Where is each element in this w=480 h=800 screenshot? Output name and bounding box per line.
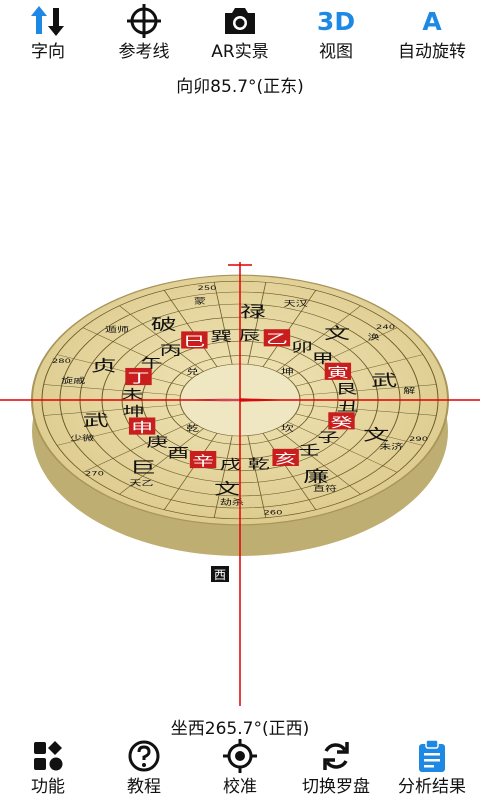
ringMountains-glyph: 寅 (327, 366, 349, 381)
luopan-compass[interactable]: 文巨武贞破禄文武文廉 辛酉庚申坤未丁午丙巳巽辰乙卯甲寅艮丑癸子壬亥乾戌 乾兑 坤坎… (0, 100, 480, 720)
switch-compass-button[interactable]: 切换罗盘 (288, 736, 384, 800)
ringStars-glyph: 文 (363, 426, 389, 444)
ringMountains-glyph: 辛 (192, 454, 214, 469)
ringMountains-glyph: 巳 (183, 334, 205, 349)
ringDegrees-glyph: 270 (85, 470, 104, 477)
ringMountains-glyph: 乾 (248, 457, 270, 472)
ringSmall-glyph: 遁师 (105, 325, 129, 334)
ringStars-glyph: 巨 (130, 459, 156, 477)
ringStars-glyph: 廉 (303, 468, 329, 486)
refresh-icon (288, 736, 384, 776)
ringSmall-glyph: 未济 (379, 442, 403, 451)
ringSmall-glyph: 天乙 (129, 479, 153, 488)
ringStars-glyph: 武 (83, 412, 109, 430)
3d-view-icon: 3D (316, 6, 356, 36)
ringTrigrams-glyph: 兑 (186, 367, 199, 376)
ringMountains-glyph: 戌 (220, 458, 242, 473)
ringTrigrams-glyph: 乾 (186, 424, 199, 433)
top-toolbar: 字向 参考线 AR实景 3D 视图 A 自动旋转 (0, 0, 480, 70)
clipboard-icon (384, 736, 480, 776)
sort-arrows-icon (0, 0, 96, 42)
grid-icon (0, 736, 96, 776)
ar-view-label: AR实景 (211, 42, 269, 62)
ringMountains-glyph: 艮 (335, 382, 357, 397)
functions-button[interactable]: 功能 (0, 736, 96, 800)
ringSmall-glyph: 少微 (70, 433, 94, 442)
ringStars-glyph: 文 (324, 325, 350, 343)
calibrate-icon (192, 736, 288, 776)
ringSmall-glyph: 涣 (368, 332, 380, 341)
ringDegrees-glyph: 260 (263, 509, 282, 516)
facing-reading: 向卯85.7°(正东) (176, 77, 304, 97)
ringSmall-glyph: 蒙 (194, 296, 206, 305)
ringMountains-glyph: 辰 (238, 328, 260, 343)
ringMountains-glyph: 壬 (298, 443, 320, 458)
ringMountains-glyph: 丙 (160, 343, 182, 358)
view-button[interactable]: 3D 视图 (288, 0, 384, 70)
auto-rotate-icon: A (422, 6, 442, 36)
ringTrigrams-glyph: 坎 (281, 424, 294, 433)
bottom-navigation: 功能 教程 校准 切换罗盘 分析结果 (0, 736, 480, 800)
ringMountains-glyph: 坤 (123, 404, 145, 419)
direction-button[interactable]: 字向 (0, 0, 96, 70)
ringMountains-glyph: 乙 (266, 332, 288, 347)
tutorial-label: 教程 (127, 777, 161, 797)
ringStars-glyph: 贞 (91, 357, 117, 375)
auto-rotate-button[interactable]: A 自动旋转 (384, 0, 480, 70)
ringSmall-glyph: 直符 (313, 484, 337, 493)
ringMountains-glyph: 丁 (128, 371, 150, 386)
ringDegrees-glyph: 250 (197, 284, 216, 291)
ringStars-glyph: 文 (214, 480, 240, 498)
camera-icon (192, 0, 288, 42)
calibrate-label: 校准 (223, 777, 257, 797)
analysis-results-label: 分析结果 (398, 777, 466, 797)
ringMountains-glyph: 子 (317, 430, 339, 445)
ar-view-button[interactable]: AR实景 (192, 0, 288, 70)
view-label: 视图 (319, 42, 353, 62)
tutorial-button[interactable]: 教程 (96, 736, 192, 800)
calibrate-button[interactable]: 校准 (192, 736, 288, 800)
direction-label: 字向 (31, 42, 65, 62)
ringMountains-glyph: 庚 (146, 435, 168, 450)
ringMountains-glyph: 巽 (210, 329, 232, 344)
ringDegrees-glyph: 280 (52, 357, 71, 364)
ringMountains-glyph: 丑 (337, 399, 359, 414)
ringMountains-glyph: 亥 (275, 452, 297, 467)
west-marker-label: 西 (214, 568, 226, 582)
ringSmall-glyph: 解 (403, 386, 415, 395)
ringStars-glyph: 武 (371, 372, 397, 390)
reference-line-button[interactable]: 参考线 (96, 0, 192, 70)
switch-compass-label: 切换罗盘 (302, 777, 370, 797)
ringMountains-glyph: 卯 (291, 340, 313, 355)
ringTrigrams-glyph: 坤 (281, 367, 294, 376)
help-icon (96, 736, 192, 776)
reference-line-label: 参考线 (118, 42, 170, 62)
ringStars-glyph: 禄 (240, 303, 266, 321)
ringMountains-glyph: 酉 (167, 446, 189, 461)
ringStars-glyph: 破 (151, 316, 177, 334)
ringMountains-glyph: 申 (131, 420, 153, 435)
ringDegrees-glyph: 240 (376, 323, 395, 330)
analysis-results-button[interactable]: 分析结果 (384, 736, 480, 800)
ringMountains-glyph: 癸 (330, 415, 352, 430)
auto-rotate-label: 自动旋转 (398, 42, 466, 62)
crosshair-icon (96, 0, 192, 42)
functions-label: 功能 (31, 777, 65, 797)
ringSmall-glyph: 天汉 (284, 300, 308, 309)
ringSmall-glyph: 旋戚 (61, 376, 85, 385)
ringDegrees-glyph: 290 (409, 435, 428, 442)
